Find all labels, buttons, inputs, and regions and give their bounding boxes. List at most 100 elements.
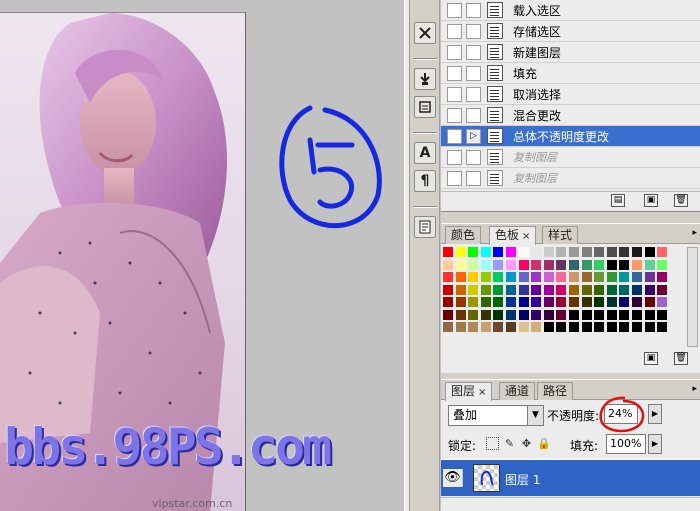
color-swatch[interactable] bbox=[556, 297, 568, 308]
color-swatch[interactable] bbox=[569, 247, 580, 258]
color-swatch[interactable] bbox=[506, 272, 517, 283]
layer-row[interactable]: 👁 图层 1 bbox=[441, 459, 700, 496]
action-row[interactable]: 新建图层 bbox=[441, 42, 700, 63]
tab-styles[interactable]: 样式 bbox=[542, 226, 579, 244]
action-row[interactable]: 取消选择 bbox=[441, 84, 700, 105]
color-swatch[interactable] bbox=[518, 259, 530, 271]
color-swatch[interactable] bbox=[468, 322, 480, 333]
toggle-item-checkbox[interactable] bbox=[447, 107, 462, 123]
color-swatch[interactable] bbox=[594, 322, 606, 333]
color-swatch[interactable] bbox=[543, 272, 555, 283]
opacity-slider-arrow-icon[interactable]: ▶ bbox=[648, 404, 662, 424]
panel-menu-icon[interactable]: ▸ bbox=[692, 384, 697, 394]
color-swatch[interactable] bbox=[606, 284, 618, 296]
lock-move-icon[interactable]: ✥ bbox=[520, 437, 533, 450]
color-swatch[interactable] bbox=[644, 297, 656, 308]
toggle-item-checkbox[interactable] bbox=[447, 23, 462, 39]
lock-all-icon[interactable]: 🔒 bbox=[537, 437, 551, 450]
color-swatch[interactable] bbox=[455, 259, 467, 271]
color-swatch[interactable] bbox=[543, 284, 555, 296]
action-row[interactable]: ▷ 总体不透明度更改 bbox=[441, 126, 700, 147]
color-swatch[interactable] bbox=[657, 309, 669, 321]
new-swatch-icon[interactable]: ▣ bbox=[644, 352, 658, 365]
color-swatch[interactable] bbox=[657, 284, 669, 296]
color-swatch[interactable] bbox=[594, 272, 606, 283]
color-swatch[interactable] bbox=[632, 284, 643, 296]
color-swatch[interactable] bbox=[581, 322, 593, 333]
action-row[interactable]: 复制图层 bbox=[441, 147, 700, 168]
color-swatch[interactable] bbox=[619, 309, 631, 321]
color-swatch[interactable] bbox=[518, 322, 530, 333]
color-swatch[interactable] bbox=[455, 284, 467, 296]
color-swatch[interactable] bbox=[632, 247, 643, 258]
color-swatch[interactable] bbox=[506, 309, 517, 321]
color-swatch[interactable] bbox=[644, 309, 656, 321]
color-swatch[interactable] bbox=[569, 322, 580, 333]
brushes-icon[interactable] bbox=[414, 68, 436, 90]
color-swatch[interactable] bbox=[493, 247, 505, 258]
color-swatch[interactable] bbox=[606, 272, 618, 283]
color-swatch[interactable] bbox=[606, 297, 618, 308]
color-swatch[interactable] bbox=[556, 247, 568, 258]
color-swatch[interactable] bbox=[556, 322, 568, 333]
color-swatch[interactable] bbox=[556, 259, 568, 271]
color-swatch[interactable] bbox=[632, 322, 643, 333]
tab-close-icon[interactable]: × bbox=[522, 231, 530, 242]
color-swatch[interactable] bbox=[506, 322, 517, 333]
color-swatch[interactable] bbox=[531, 259, 543, 271]
color-swatch[interactable] bbox=[594, 309, 606, 321]
color-swatch[interactable] bbox=[480, 284, 492, 296]
color-swatch[interactable] bbox=[443, 284, 454, 296]
color-swatch[interactable] bbox=[619, 259, 631, 271]
color-swatch[interactable] bbox=[657, 322, 669, 333]
action-row[interactable]: 存储选区 bbox=[441, 21, 700, 42]
tab-color[interactable]: 颜色 bbox=[445, 226, 482, 244]
color-swatch[interactable] bbox=[480, 259, 492, 271]
color-swatch[interactable] bbox=[443, 259, 454, 271]
color-swatch[interactable] bbox=[518, 297, 530, 308]
notes-icon[interactable] bbox=[414, 216, 436, 238]
tab-layers[interactable]: 图层 × bbox=[445, 382, 493, 401]
color-swatch[interactable] bbox=[480, 322, 492, 333]
color-swatch[interactable] bbox=[581, 284, 593, 296]
layer-row[interactable] bbox=[441, 497, 700, 511]
lock-brush-icon[interactable]: ✎ bbox=[503, 437, 516, 450]
delete-icon[interactable]: 🗑 bbox=[674, 194, 688, 207]
toggle-item-checkbox[interactable] bbox=[447, 44, 462, 60]
color-swatch[interactable] bbox=[531, 284, 543, 296]
toggle-item-checkbox[interactable] bbox=[447, 86, 462, 102]
action-row[interactable]: 混合更改 bbox=[441, 105, 700, 126]
tab-paths[interactable]: 路径 bbox=[537, 382, 574, 400]
color-swatch[interactable] bbox=[594, 284, 606, 296]
color-swatch[interactable] bbox=[443, 309, 454, 321]
color-swatch[interactable] bbox=[468, 284, 480, 296]
color-swatch[interactable] bbox=[468, 272, 480, 283]
color-swatch[interactable] bbox=[543, 322, 555, 333]
color-swatch[interactable] bbox=[443, 297, 454, 308]
color-swatch[interactable] bbox=[493, 309, 505, 321]
color-swatch[interactable] bbox=[468, 297, 480, 308]
color-swatch[interactable] bbox=[632, 297, 643, 308]
color-swatch[interactable] bbox=[518, 309, 530, 321]
color-swatch[interactable] bbox=[443, 322, 454, 333]
color-swatch[interactable] bbox=[455, 297, 467, 308]
color-swatch[interactable] bbox=[455, 247, 467, 258]
dialog-toggle-icon[interactable] bbox=[466, 86, 481, 102]
color-swatch[interactable] bbox=[493, 272, 505, 283]
color-swatch[interactable] bbox=[594, 247, 606, 258]
color-swatch[interactable] bbox=[644, 259, 656, 271]
character-icon[interactable]: A bbox=[414, 142, 436, 164]
dialog-toggle-icon[interactable] bbox=[466, 23, 481, 39]
dialog-toggle-icon[interactable] bbox=[466, 107, 481, 123]
color-swatch[interactable] bbox=[531, 322, 543, 333]
color-swatch[interactable] bbox=[569, 272, 580, 283]
delete-swatch-icon[interactable]: 🗑 bbox=[674, 352, 688, 365]
color-swatch[interactable] bbox=[606, 259, 618, 271]
color-swatch[interactable] bbox=[581, 247, 593, 258]
color-swatch[interactable] bbox=[644, 272, 656, 283]
color-swatch[interactable] bbox=[443, 247, 454, 258]
tool-preset-icon[interactable] bbox=[414, 22, 436, 44]
color-swatch[interactable] bbox=[657, 272, 669, 283]
toggle-item-checkbox[interactable] bbox=[447, 149, 462, 165]
color-swatch[interactable] bbox=[556, 284, 568, 296]
